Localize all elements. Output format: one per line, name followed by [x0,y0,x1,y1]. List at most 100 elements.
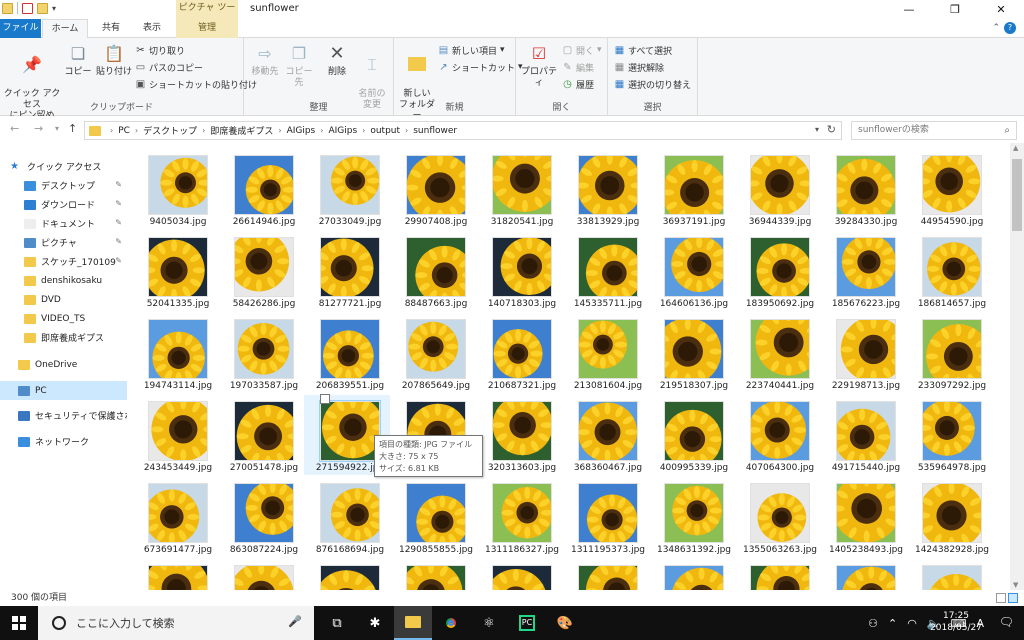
file-tile[interactable]: 9405034.jpg [132,149,218,229]
breadcrumb-separator-icon[interactable]: › [320,126,323,135]
file-tile[interactable]: 863087224.jpg [218,477,304,557]
file-tile[interactable]: 219518307.jpg [648,313,734,393]
clock[interactable]: 17:25 2018/05/27 [926,610,986,634]
sketch-app-icon[interactable]: ✱ [356,606,394,640]
cut-button[interactable]: ✂ 切り取り [135,42,185,58]
close-icon[interactable]: ✕ [978,0,1024,19]
forward-icon[interactable]: → [34,122,43,135]
folder-icon[interactable] [2,2,13,14]
file-tile[interactable]: 183950692.jpg [734,231,820,311]
invert-selection-button[interactable]: ▦ 選択の切り替え [614,76,691,92]
file-tile[interactable]: 29907408.jpg [390,149,476,229]
properties-icon[interactable] [22,2,33,14]
tab-file[interactable]: ファイル [0,19,41,38]
select-checkbox[interactable] [320,394,330,404]
breadcrumb-separator-icon[interactable]: › [278,126,281,135]
new-folder-icon[interactable] [37,2,48,14]
file-tile[interactable]: 140718303.jpg [476,231,562,311]
select-none-button[interactable]: ▦ 選択解除 [614,59,664,75]
microphone-icon[interactable]: 🎤 [288,615,302,628]
ribbon-collapse-icon[interactable]: ⌃ [992,23,1000,33]
minimize-icon[interactable]: — [886,0,932,19]
tab-share[interactable]: 共有 [94,19,128,38]
file-tile[interactable] [562,559,648,590]
file-tile[interactable]: 81277721.jpg [304,231,390,311]
file-tile[interactable]: 52041335.jpg [132,231,218,311]
refresh-icon[interactable]: ↻ [827,123,836,136]
copy-button[interactable]: ❏ コピー [64,42,92,78]
breadcrumb-separator-icon[interactable]: › [362,126,365,135]
file-tile[interactable]: 1311195373.jpg [562,477,648,557]
file-tile[interactable]: 233097292.jpg [906,313,992,393]
properties-button[interactable]: ☑ プロパティ [518,42,560,89]
recent-locations-icon[interactable]: ▾ [55,124,59,133]
file-tile[interactable]: 197033587.jpg [218,313,304,393]
atom-icon[interactable]: ⚛ [470,606,508,640]
breadcrumb-item[interactable]: output [370,126,400,136]
copy-to-button[interactable]: ❐ コピー先 [283,42,315,89]
breadcrumb-separator-icon[interactable]: › [110,126,113,135]
details-view-icon[interactable] [996,593,1006,603]
sidebar-item[interactable]: ダウンロード ✎ [0,195,127,214]
file-tile[interactable]: 1355063263.jpg [734,477,820,557]
open-button[interactable]: ▢ 開く ▾ [562,42,602,58]
copy-path-button[interactable]: ▭ パスのコピー [135,59,203,75]
sidebar-item[interactable]: スケッチ_170109 ✎ [0,252,127,271]
file-tile[interactable]: 223740441.jpg [734,313,820,393]
breadcrumb-separator-icon[interactable]: › [405,126,408,135]
file-tile[interactable]: 673691477.jpg [132,477,218,557]
file-tile[interactable]: 407064300.jpg [734,395,820,475]
breadcrumb-item[interactable]: AIGips [328,126,357,136]
file-tile[interactable]: 36944339.jpg [734,149,820,229]
action-center-icon[interactable]: 🗨 [999,615,1014,629]
sidebar-item[interactable]: ネットワーク [0,432,127,451]
file-tile[interactable]: 229198713.jpg [820,313,906,393]
file-tile[interactable]: 1311186327.jpg [476,477,562,557]
sidebar-item[interactable]: ★ クイック アクセス [0,157,127,176]
new-item-button[interactable]: ▤ 新しい項目 ▾ [438,42,505,58]
scroll-down-icon[interactable]: ▼ [1013,581,1018,589]
sidebar-item[interactable]: denshikosaku [0,271,127,290]
paint-icon[interactable]: 🎨 [546,606,584,640]
breadcrumb-item[interactable]: 即席養成ギプス [210,124,273,137]
paste-button[interactable]: 📋 貼り付け [96,42,132,78]
file-tile[interactable]: 210687321.jpg [476,313,562,393]
sidebar-item[interactable]: PC [0,381,127,400]
sidebar-item[interactable]: ドキュメント ✎ [0,214,127,233]
large-icons-view-icon[interactable] [1008,593,1018,603]
sidebar-item[interactable]: DVD [0,290,127,309]
file-tile[interactable]: 400995339.jpg [648,395,734,475]
back-icon[interactable]: ← [10,122,19,135]
file-tile[interactable]: 26614946.jpg [218,149,304,229]
file-tile[interactable]: 320313603.jpg [476,395,562,475]
sidebar-item[interactable]: セキュリティで保護された [0,406,127,425]
file-tile[interactable] [734,559,820,590]
breadcrumb-item[interactable]: sunflower [413,126,457,136]
shortcut-button[interactable]: ↗ ショートカット ▾ [438,59,522,75]
file-tile[interactable] [304,559,390,590]
tab-view[interactable]: 表示 [134,19,170,38]
file-tile[interactable] [648,559,734,590]
file-tile[interactable] [476,559,562,590]
start-button[interactable] [0,606,38,640]
file-tile[interactable]: 88487663.jpg [390,231,476,311]
breadcrumb-item[interactable]: デスクトップ [143,124,197,137]
file-tile[interactable] [218,559,304,590]
wifi-icon[interactable]: ◠ [907,617,917,630]
file-tile[interactable]: 1405238493.jpg [820,477,906,557]
file-tile[interactable]: 1290855855.jpg [390,477,476,557]
file-tile[interactable]: 535964978.jpg [906,395,992,475]
tab-home[interactable]: ホーム [42,19,88,39]
sidebar-item[interactable]: 即席養成ギプス [0,328,127,347]
file-explorer-taskbar-icon[interactable] [394,606,432,640]
file-tile[interactable]: 31820541.jpg [476,149,562,229]
task-view-icon[interactable]: ⧉ [318,606,356,640]
pycharm-icon[interactable]: PC [508,606,546,640]
file-tile[interactable]: 368360467.jpg [562,395,648,475]
sidebar-item[interactable]: ピクチャ ✎ [0,233,127,252]
edit-button[interactable]: ✎ 編集 [562,59,594,75]
file-tile[interactable] [906,559,992,590]
file-tile[interactable]: 186814657.jpg [906,231,992,311]
move-to-button[interactable]: ⇨ 移動先 [250,42,280,78]
up-icon[interactable]: ↑ [68,122,77,135]
